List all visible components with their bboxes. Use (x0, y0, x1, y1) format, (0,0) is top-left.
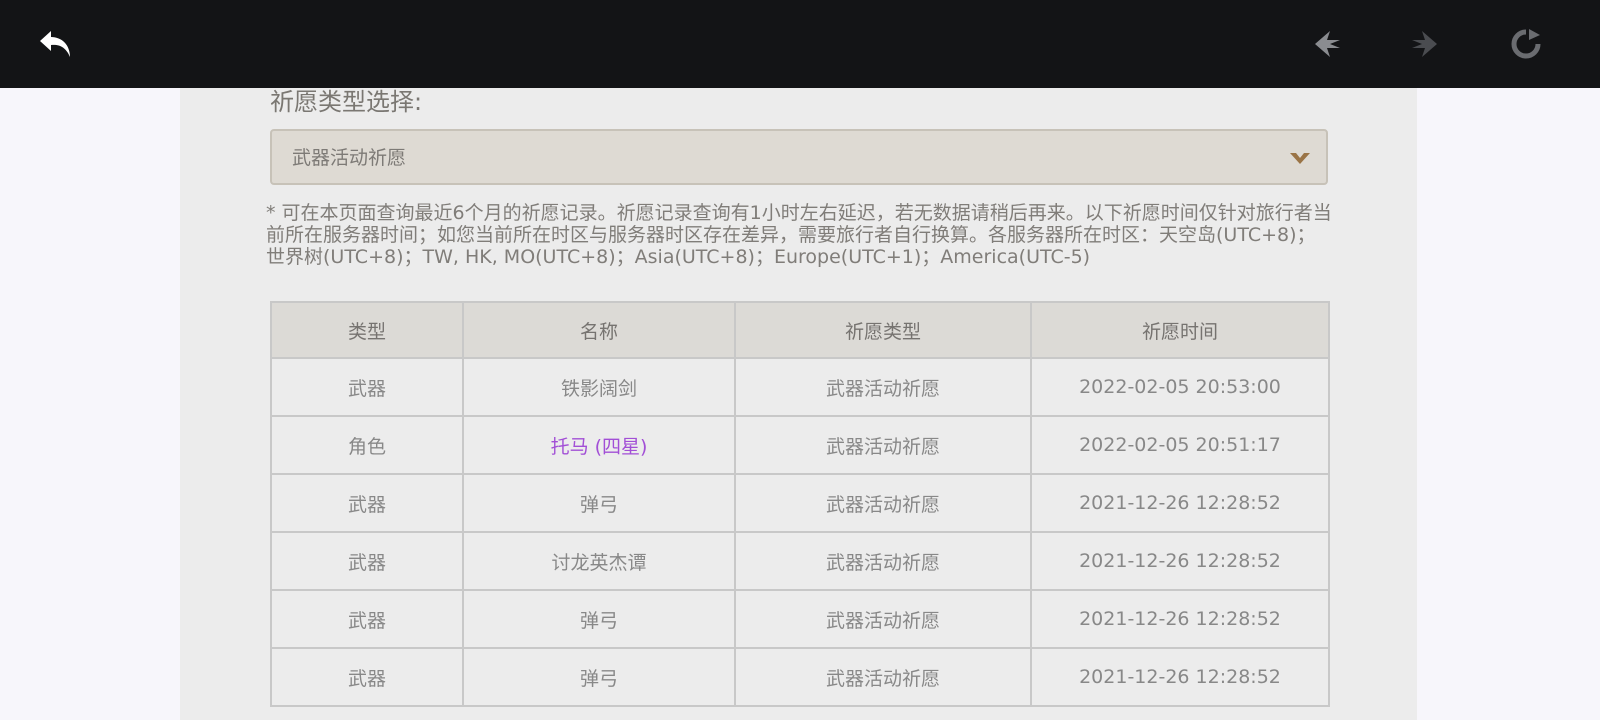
table-row: 武器 铁影阔剑 武器活动祈愿 2022-02-05 20:53:00 (270, 357, 1330, 417)
wish-type-selected: 武器活动祈愿 (292, 147, 407, 169)
cell-wish-time: 2021-12-26 12:28:52 (1030, 531, 1330, 591)
wish-records-table: 类型 名称 祈愿类型 祈愿时间 武器 铁影阔剑 武器活动祈愿 2022-02-0… (270, 301, 1330, 707)
notice-text: * 可在本页面查询最近6个月的祈愿记录。祈愿记录查询有1小时左右延迟，若无数据请… (266, 202, 1332, 268)
table-row: 武器 弹弓 武器活动祈愿 2021-12-26 12:28:52 (270, 473, 1330, 533)
next-arrow-icon[interactable] (1401, 20, 1449, 68)
cell-wish-time: 2021-12-26 12:28:52 (1030, 589, 1330, 649)
cell-name: 弹弓 (462, 473, 736, 533)
cell-wish-time: 2021-12-26 12:28:52 (1030, 647, 1330, 707)
cell-wish-time: 2022-02-05 20:53:00 (1030, 357, 1330, 417)
chevron-down-icon (1288, 151, 1312, 171)
cell-type: 武器 (270, 647, 464, 707)
wish-type-select[interactable]: 武器活动祈愿 (270, 129, 1328, 185)
table-row: 角色 托马 (四星) 武器活动祈愿 2022-02-05 20:51:17 (270, 415, 1330, 475)
undo-arrow-icon[interactable] (32, 20, 80, 68)
cell-wish-type: 武器活动祈愿 (734, 473, 1032, 533)
cell-type: 武器 (270, 589, 464, 649)
header-wish-type: 祈愿类型 (734, 301, 1032, 359)
header-type: 类型 (270, 301, 464, 359)
table-row: 武器 弹弓 武器活动祈愿 2021-12-26 12:28:52 (270, 647, 1330, 707)
cell-type: 武器 (270, 473, 464, 533)
cell-wish-type: 武器活动祈愿 (734, 357, 1032, 417)
cell-name: 弹弓 (462, 647, 736, 707)
cell-type: 武器 (270, 357, 464, 417)
cell-wish-type: 武器活动祈愿 (734, 531, 1032, 591)
header-name: 名称 (462, 301, 736, 359)
top-toolbar (0, 0, 1600, 88)
cell-wish-time: 2021-12-26 12:28:52 (1030, 473, 1330, 533)
cell-name: 弹弓 (462, 589, 736, 649)
cell-name: 托马 (四星) (462, 415, 736, 475)
cell-type: 武器 (270, 531, 464, 591)
table-header-row: 类型 名称 祈愿类型 祈愿时间 (270, 301, 1330, 359)
cell-name: 讨龙英杰谭 (462, 531, 736, 591)
table-row: 武器 弹弓 武器活动祈愿 2021-12-26 12:28:52 (270, 589, 1330, 649)
cell-wish-time: 2022-02-05 20:51:17 (1030, 415, 1330, 475)
cell-wish-type: 武器活动祈愿 (734, 415, 1032, 475)
table-row: 武器 讨龙英杰谭 武器活动祈愿 2021-12-26 12:28:52 (270, 531, 1330, 591)
header-wish-time: 祈愿时间 (1030, 301, 1330, 359)
prev-arrow-icon[interactable] (1303, 20, 1351, 68)
wish-type-label: 祈愿类型选择: (270, 88, 423, 116)
cell-wish-type: 武器活动祈愿 (734, 589, 1032, 649)
refresh-icon[interactable] (1502, 20, 1550, 68)
cell-type: 角色 (270, 415, 464, 475)
cell-name: 铁影阔剑 (462, 357, 736, 417)
cell-wish-type: 武器活动祈愿 (734, 647, 1032, 707)
